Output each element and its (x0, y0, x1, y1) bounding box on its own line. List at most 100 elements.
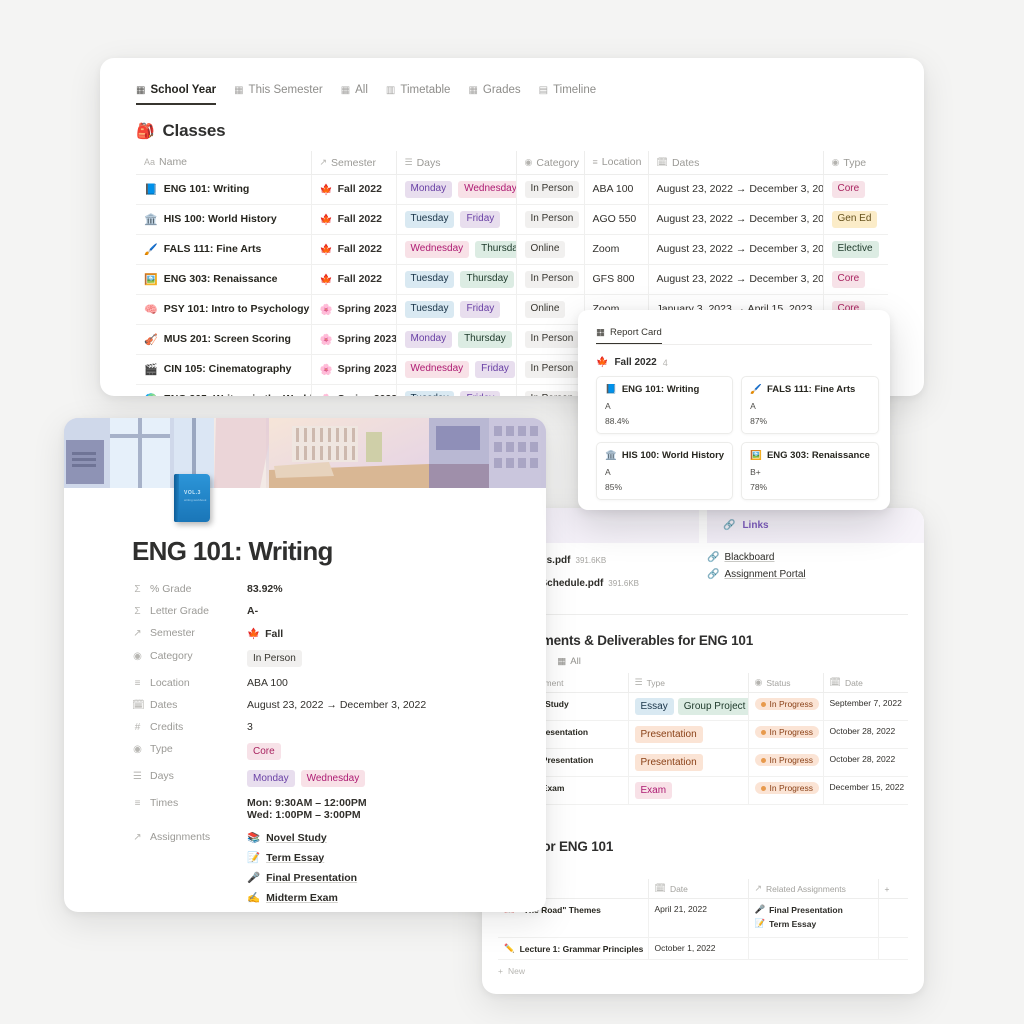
column-header-dates[interactable]: 🗓 Dates (648, 151, 823, 174)
property-label[interactable]: 🗓 Dates (132, 699, 247, 711)
property-value-cell[interactable]: August 23, 2022 → December 3, 2022 (247, 699, 426, 711)
cell-name[interactable]: 🎬 CIN 105: Cinematography (136, 354, 311, 384)
property-label[interactable]: ◉ Category (132, 650, 247, 662)
cell-name[interactable]: 📘 ENG 101: Writing (136, 174, 311, 204)
property-row: Σ % Grade 83.92% (132, 583, 546, 595)
column-header-category[interactable]: ◉ Category (516, 151, 584, 174)
column-header-related-assignments[interactable]: ↗ Related Assignments (748, 879, 878, 899)
day-tag: Tuesday (405, 211, 455, 228)
property-label[interactable]: Σ % Grade (132, 583, 247, 595)
property-label[interactable]: ☰ Days (132, 770, 247, 782)
tab-all[interactable]: ▦ All (341, 84, 368, 105)
day-tag: Friday (460, 211, 500, 228)
cell-name[interactable]: 🌍 ENG 205: Writers in the World (136, 384, 311, 396)
table-row[interactable]: ✍️ Final Exam Exam In Progress December … (498, 777, 908, 805)
table-row[interactable]: 📚 Novel Study EssayGroup Project In Prog… (498, 693, 908, 721)
report-card-item[interactable]: 🖌️ FALS 111: Fine Arts A 87% (741, 376, 879, 434)
tab-grades[interactable]: ▦ Grades (468, 84, 520, 105)
property-value-cell[interactable]: 🍁 Fall (247, 627, 283, 640)
table-row[interactable]: ✏️ Lecture 1: Grammar Principles October… (498, 938, 908, 960)
cell-days: MondayThursday (396, 324, 516, 354)
tab-school-year[interactable]: ▦ School Year (136, 84, 216, 105)
column-header-date[interactable]: 🗓 Date (648, 879, 748, 899)
report-card-item[interactable]: 🖼️ ENG 303: Renaissance B+ 78% (741, 442, 879, 500)
related-assignment-link[interactable]: 🎤 Final Presentation (755, 904, 872, 915)
table-row[interactable]: 🎤 Final Presentation Presentation In Pro… (498, 749, 908, 777)
table-row[interactable]: 📖 "The Road" Themes April 21, 2022 🎤 Fin… (498, 899, 908, 938)
board-icon: ▥ (386, 85, 395, 96)
table-row[interactable]: 📘 ENG 101: Writing 🍁 Fall 2022 MondayWed… (136, 174, 888, 204)
column-header-name[interactable]: Aa Name (136, 151, 311, 174)
property-value-cell[interactable]: Core (247, 743, 281, 760)
category-tag: In Person (525, 271, 580, 288)
cell-semester: 🌸 Spring 2023 (311, 384, 396, 396)
report-card-item[interactable]: 🏛️ HIS 100: World History A 85% (596, 442, 733, 500)
column-header-semester[interactable]: ↗ Semester (311, 151, 396, 174)
cell-date: October 1, 2022 (648, 938, 748, 960)
column-header-type[interactable]: ◉ Type (823, 151, 888, 174)
property-label[interactable]: Σ Letter Grade (132, 605, 247, 617)
tab-label: Timeline (553, 84, 596, 96)
tab-report-card[interactable]: ▦ Report Card (596, 327, 662, 344)
tab-this-semester[interactable]: ▦ This Semester (234, 84, 323, 105)
property-value-cell[interactable]: 3 (247, 721, 253, 733)
assignment-link[interactable]: 📚 Novel Study (247, 831, 357, 844)
cell-name[interactable]: 🧠 PSY 101: Intro to Psychology (136, 294, 311, 324)
assignment-link[interactable]: 🎤 Final Presentation (247, 871, 357, 884)
link-item[interactable]: 🔗 Assignment Portal (707, 569, 908, 580)
column-header-status[interactable]: ◉ Status (748, 673, 823, 693)
related-assignment-link[interactable]: 📝 Term Essay (755, 918, 872, 929)
property-label[interactable]: ≡ Times (132, 797, 247, 809)
cell-title[interactable]: ✏️ Lecture 1: Grammar Principles (498, 938, 648, 960)
assignment-link[interactable]: 📝 Term Essay (247, 851, 357, 864)
property-value-cell[interactable]: 📚 Novel Study 📝 Term Essay 🎤 Final Prese… (247, 831, 357, 912)
table-row[interactable]: 🖼️ ENG 303: Renaissance 🍁 Fall 2022 Tues… (136, 264, 888, 294)
property-row: 🗓 Dates August 23, 2022 → December 3, 20… (132, 699, 546, 711)
category-tag: Online (525, 301, 566, 318)
property-label[interactable]: ↗ Assignments (132, 831, 247, 843)
select-icon: ◉ (132, 744, 143, 755)
property-label[interactable]: ≡ Location (132, 677, 247, 689)
column-header-location[interactable]: ≡ Location (584, 151, 648, 174)
property-value-cell[interactable]: 83.92% (247, 583, 283, 595)
table-row[interactable]: 🖌️ FALS 111: Fine Arts 🍁 Fall 2022 Wedne… (136, 234, 888, 264)
link-item[interactable]: 🔗 Blackboard (707, 552, 908, 563)
notes-new-row[interactable]: + New (482, 960, 924, 976)
column-header-date[interactable]: 🗓 Date (823, 673, 908, 693)
cell-name[interactable]: 🎻 MUS 201: Screen Scoring (136, 324, 311, 354)
cell-days: WednesdayThursday (396, 234, 516, 264)
table-icon: ▦ (136, 85, 145, 96)
notes-table-body: 📖 "The Road" Themes April 21, 2022 🎤 Fin… (498, 899, 908, 960)
property-value-cell[interactable]: In Person (247, 650, 302, 667)
report-card-item[interactable]: 📘 ENG 101: Writing A 88.4% (596, 376, 733, 434)
tab-timetable[interactable]: ▥ Timetable (386, 84, 451, 105)
property-value-cell[interactable]: MondayWednesday (247, 770, 371, 787)
tab-assignments-all[interactable]: ▦ All (557, 656, 581, 673)
cell-type: Presentation (628, 721, 748, 749)
table-row[interactable]: 🎤 Mid Presentation Presentation In Progr… (498, 721, 908, 749)
property-label[interactable]: ↗ Semester (132, 627, 247, 639)
assignment-link[interactable]: ✍️ Final Exam (247, 911, 357, 912)
report-card-tabs: ▦ Report Card (578, 310, 890, 344)
day-tag: Tuesday (405, 301, 455, 318)
tab-timeline[interactable]: ▤ Timeline (539, 84, 596, 105)
cell-related (748, 938, 878, 960)
property-value-cell[interactable]: A- (247, 605, 258, 617)
column-header-type[interactable]: ☰ Type (628, 673, 748, 693)
assignment-link[interactable]: ✍️ Midterm Exam (247, 891, 357, 904)
column-header-days[interactable]: ☰ Days (396, 151, 516, 174)
property-value-cell[interactable]: ABA 100 (247, 677, 288, 689)
assignments-new-row[interactable]: + New (482, 805, 924, 821)
property-label[interactable]: # Credits (132, 721, 247, 733)
add-column-button[interactable]: + (878, 879, 908, 899)
table-row[interactable]: 🏛️ HIS 100: World History 🍁 Fall 2022 Tu… (136, 204, 888, 234)
property-value-cell[interactable]: Mon: 9:30AM – 12:00PMWed: 1:00PM – 3:00P… (247, 797, 367, 821)
cell-name[interactable]: 🖼️ ENG 303: Renaissance (136, 264, 311, 294)
timeline-icon: ▤ (539, 85, 548, 96)
report-card-group: 🍁 Fall 2022 4 (578, 345, 890, 374)
property-label[interactable]: ◉ Type (132, 743, 247, 755)
class-detail-card: VOL.3writing workbook ENG 101: Writing Σ… (64, 418, 546, 912)
cell-name[interactable]: 🖌️ FALS 111: Fine Arts (136, 234, 311, 264)
database-title-text: Classes (162, 121, 225, 141)
cell-name[interactable]: 🏛️ HIS 100: World History (136, 204, 311, 234)
